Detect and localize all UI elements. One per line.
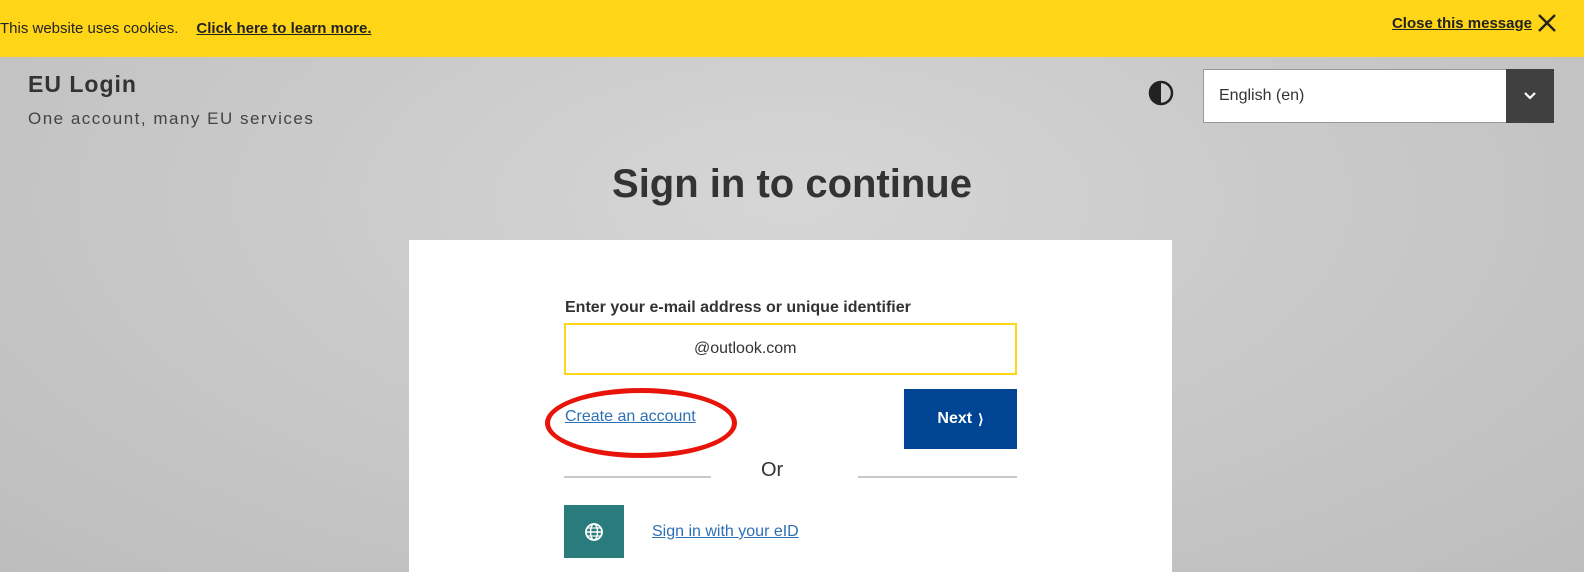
eid-signin-link[interactable]: Sign in with your eID bbox=[652, 523, 799, 541]
language-dropdown-button[interactable] bbox=[1506, 68, 1554, 123]
cookie-learn-more-link[interactable]: Click here to learn more. bbox=[196, 20, 371, 37]
close-icon[interactable] bbox=[1536, 12, 1558, 34]
divider-right bbox=[858, 476, 1017, 478]
chevron-down-icon[interactable] bbox=[1522, 88, 1538, 104]
eid-button[interactable] bbox=[564, 505, 624, 558]
identifier-input[interactable] bbox=[564, 323, 1017, 375]
globe-icon[interactable] bbox=[584, 522, 604, 542]
language-select[interactable]: English (en) bbox=[1203, 68, 1554, 123]
divider-left bbox=[564, 476, 711, 478]
cookie-message: This website uses cookies. bbox=[0, 20, 179, 37]
next-button-label[interactable]: Next bbox=[937, 410, 972, 428]
brand-subtitle: One account, many EU services bbox=[28, 109, 315, 128]
chevron-right-icon[interactable]: ⟩ bbox=[978, 411, 983, 428]
next-button[interactable]: Next ⟩ bbox=[904, 389, 1017, 449]
identifier-label: Enter your e-mail address or unique iden… bbox=[565, 299, 911, 316]
cookie-close-label[interactable]: Close this message bbox=[1392, 15, 1532, 32]
contrast-icon[interactable] bbox=[1148, 80, 1174, 106]
or-separator: Or bbox=[761, 459, 784, 481]
cookie-banner: This website uses cookies. Click here to… bbox=[0, 0, 1584, 57]
cookie-close-button[interactable]: Close this message bbox=[1392, 12, 1558, 34]
language-select-value[interactable]: English (en) bbox=[1219, 87, 1506, 105]
brand-title: EU Login bbox=[28, 71, 137, 97]
login-card: Enter your e-mail address or unique iden… bbox=[409, 240, 1172, 572]
annotation-highlight-ring bbox=[545, 388, 737, 458]
page-title: Sign in to continue bbox=[612, 162, 972, 206]
